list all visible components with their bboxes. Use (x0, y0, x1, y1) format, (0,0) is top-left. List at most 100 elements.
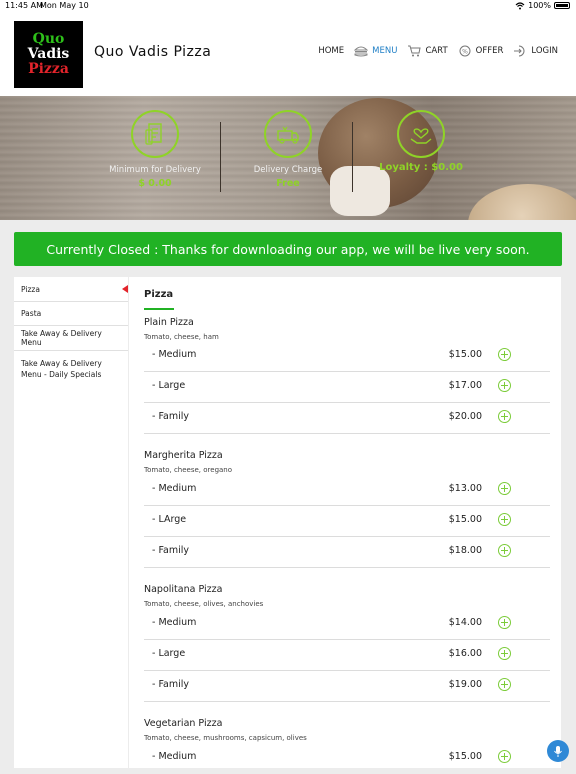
nav-offer-label: OFFER (475, 46, 504, 56)
status-date: Mon May 10 (40, 1, 89, 10)
variant-name: - Large (152, 380, 186, 391)
variant-row: - Medium $15.00 (144, 341, 550, 372)
sidebar-item-label: Pizza (21, 284, 40, 294)
add-to-cart-icon[interactable] (498, 647, 511, 660)
nav-login-label: LOGIN (531, 46, 558, 56)
variant-row: - Large $16.00 (144, 640, 550, 671)
microphone-icon (554, 745, 562, 757)
hero-loyalty: Loyalty : $0.00 (361, 110, 481, 173)
menu-item-name: Napolitana Pizza (144, 584, 223, 595)
variant-row: - Family $19.00 (144, 671, 550, 702)
battery-percent: 100% (528, 1, 551, 10)
menu-item-desc: Tomato, cheese, mushrooms, capsicum, oli… (144, 734, 307, 742)
add-to-cart-icon[interactable] (498, 379, 511, 392)
nav-cart[interactable]: CART (407, 45, 448, 57)
offer-icon: % (459, 45, 471, 57)
hero-min-delivery-value: $ 0.00 (138, 178, 172, 189)
add-to-cart-icon[interactable] (498, 544, 511, 557)
hero-divider (220, 122, 221, 192)
sidebar-item-pasta[interactable]: Pasta (14, 302, 128, 326)
hero-loyalty-value: Loyalty : $0.00 (379, 162, 463, 173)
sidebar-item-daily-specials[interactable]: Take Away & Delivery Menu - Daily Specia… (14, 351, 128, 387)
variant-price: $17.00 (448, 380, 482, 391)
sidebar-item-takeaway[interactable]: Take Away & Delivery Menu (14, 326, 128, 351)
variant-price: $14.00 (448, 617, 482, 628)
nav-home[interactable]: HOME (318, 46, 344, 56)
logo-line-1: Quo (32, 31, 65, 47)
category-sidebar: Pizza Pasta Take Away & Delivery Menu Ta… (14, 277, 128, 768)
variant-price: $15.00 (448, 349, 482, 360)
variant-price: $13.00 (448, 483, 482, 494)
hero-divider (352, 122, 353, 192)
menu-item-desc: Tomato, cheese, oregano (144, 466, 233, 474)
variant-price: $18.00 (448, 545, 482, 556)
variant-row: - Large $17.00 (144, 372, 550, 403)
variant-price: $15.00 (448, 514, 482, 525)
variant-row: - Medium $13.00 (144, 475, 550, 506)
logo-line-3: Pizza (28, 61, 69, 77)
sidebar-item-label: Take Away & Delivery Menu - Daily Specia… (21, 359, 102, 379)
add-to-cart-icon[interactable] (498, 750, 511, 763)
nav-menu[interactable]: MENU (354, 45, 397, 57)
hero-min-delivery-label: Minimum for Delivery (109, 165, 201, 175)
variant-row: - LArge $15.00 (144, 506, 550, 537)
top-nav: HOME MENU CART % OFFER LOGIN (318, 45, 558, 57)
category-title: Pizza (144, 289, 174, 300)
menu-item-desc: Tomato, cheese, ham (144, 333, 219, 341)
category-underline (144, 308, 174, 310)
variant-name: - Medium (152, 751, 197, 762)
loyalty-heart-hand-icon (397, 110, 445, 158)
voice-assistant-button[interactable] (547, 740, 569, 762)
brand-name: Quo Vadis Pizza (94, 44, 212, 60)
nav-home-label: HOME (318, 46, 345, 56)
variant-name: - LArge (152, 514, 187, 525)
variant-price: $15.00 (448, 751, 482, 762)
menu-item-name: Plain Pizza (144, 317, 194, 328)
cart-icon (408, 45, 422, 57)
hero-min-delivery: Minimum for Delivery $ 0.00 (95, 110, 215, 189)
brand-logo[interactable]: Quo Vadis Pizza (14, 21, 83, 88)
variant-name: - Medium (152, 617, 197, 628)
add-to-cart-icon[interactable] (498, 616, 511, 629)
wifi-icon (515, 1, 525, 9)
variant-name: - Family (152, 545, 190, 556)
svg-text:%: % (462, 49, 468, 56)
variant-price: $19.00 (448, 679, 482, 690)
nav-login[interactable]: LOGIN (513, 45, 558, 57)
menu-item-name: Margherita Pizza (144, 450, 223, 461)
nav-menu-label: MENU (372, 46, 398, 56)
hero-delivery-charge-label: Delivery Charge (253, 165, 323, 175)
burger-icon (354, 46, 369, 57)
battery-icon (554, 2, 570, 9)
status-bar: 11:45 AM Mon May 10 100% (0, 0, 576, 12)
variant-name: - Family (152, 679, 190, 690)
add-to-cart-icon[interactable] (498, 348, 511, 361)
variant-name: - Medium (152, 349, 197, 360)
status-time: 11:45 AM (5, 1, 43, 10)
menu-content: Pizza Plain Pizza Tomato, cheese, ham - … (129, 277, 561, 768)
add-to-cart-icon[interactable] (498, 410, 511, 423)
variant-row: - Family $20.00 (144, 403, 550, 434)
hero-delivery-charge: Delivery Charge Free (228, 110, 348, 189)
menu-item-name: Vegetarian Pizza (144, 718, 223, 729)
add-to-cart-icon[interactable] (498, 513, 511, 526)
hero-banner: Minimum for Delivery $ 0.00 Delivery Cha… (0, 96, 576, 220)
add-to-cart-icon[interactable] (498, 678, 511, 691)
bill-icon (131, 110, 179, 158)
variant-price: $20.00 (448, 411, 482, 422)
login-icon (514, 45, 525, 57)
variant-price: $16.00 (448, 648, 482, 659)
add-to-cart-icon[interactable] (498, 482, 511, 495)
sidebar-item-label: Take Away & Delivery Menu (21, 329, 102, 347)
delivery-truck-icon (264, 110, 312, 158)
hero-delivery-charge-value: Free (276, 178, 300, 189)
sidebar-item-pizza[interactable]: Pizza (14, 277, 128, 302)
variant-name: - Medium (152, 483, 197, 494)
nav-offer[interactable]: % OFFER (458, 45, 504, 57)
variant-name: - Family (152, 411, 190, 422)
variant-row: - Medium $15.00 (144, 743, 550, 774)
sidebar-item-label: Pasta (21, 309, 42, 318)
variant-name: - Large (152, 648, 186, 659)
status-right: 100% (515, 1, 570, 10)
variant-row: - Medium $14.00 (144, 609, 550, 640)
